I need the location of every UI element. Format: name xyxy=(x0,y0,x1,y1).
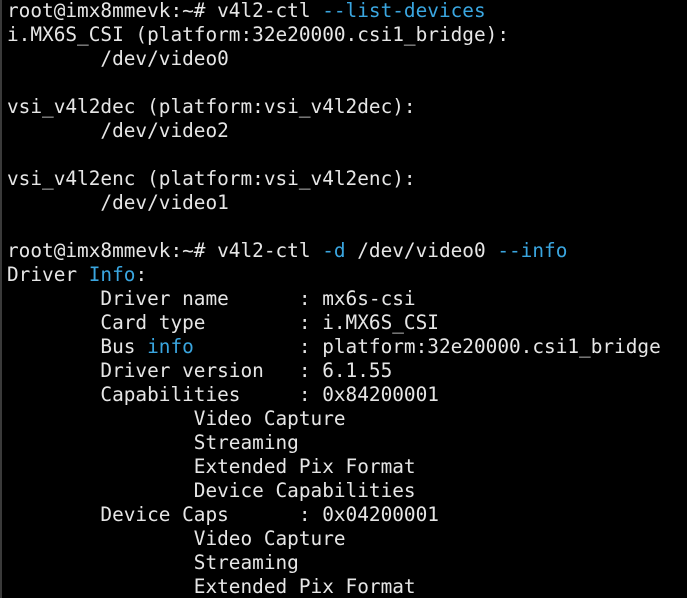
terminal-line: /dev/video2 xyxy=(7,119,661,143)
terminal-line: Card type : i.MX6S_CSI xyxy=(7,311,661,335)
terminal-text: /dev/video1 xyxy=(7,191,229,214)
terminal-text: Driver version : 6.1.55 xyxy=(7,359,393,382)
terminal-line: i.MX6S_CSI (platform:32e20000.csi1_bridg… xyxy=(7,23,661,47)
terminal-line: vsi_v4l2enc (platform:vsi_v4l2enc): xyxy=(7,167,661,191)
terminal-text: root@imx8mmevk:~# v4l2-ctl xyxy=(7,239,323,262)
terminal-line: root@imx8mmevk:~# v4l2-ctl -d /dev/video… xyxy=(7,239,661,263)
terminal-line: /dev/video1 xyxy=(7,191,661,215)
terminal-text: vsi_v4l2enc (platform:vsi_v4l2enc): xyxy=(7,167,416,190)
terminal-line: Driver version : 6.1.55 xyxy=(7,359,661,383)
terminal-text: /dev/video0 xyxy=(345,239,498,262)
terminal-text: Driver xyxy=(7,263,89,286)
terminal-text: Capabilities : 0x84200001 xyxy=(7,383,439,406)
terminal-text: Streaming xyxy=(7,551,299,574)
terminal-line: Video Capture xyxy=(7,407,661,431)
terminal-line: Driver Info: xyxy=(7,263,661,287)
terminal-text: Video Capture xyxy=(7,407,346,430)
terminal-window[interactable]: root@imx8mmevk:~# v4l2-ctl --list-device… xyxy=(0,0,687,598)
terminal-line: root@imx8mmevk:~# v4l2-ctl --list-device… xyxy=(7,0,661,23)
terminal-text: vsi_v4l2dec (platform:vsi_v4l2dec): xyxy=(7,95,416,118)
terminal-text: Extended Pix Format xyxy=(7,455,416,478)
terminal-line: Video Capture xyxy=(7,527,661,551)
terminal-line: Device Caps : 0x04200001 xyxy=(7,503,661,527)
highlighted-text: -d xyxy=(322,239,346,262)
terminal-text: Extended Pix Format xyxy=(7,575,416,598)
terminal-text: root@imx8mmevk:~# v4l2-ctl xyxy=(7,0,323,22)
terminal-line: vsi_v4l2dec (platform:vsi_v4l2dec): xyxy=(7,95,661,119)
terminal-line: Streaming xyxy=(7,431,661,455)
terminal-text: Streaming xyxy=(7,431,299,454)
terminal-line: Extended Pix Format xyxy=(7,455,661,479)
highlighted-text: Info xyxy=(88,263,136,286)
terminal-text: Bus xyxy=(7,335,148,358)
terminal-line: Extended Pix Format xyxy=(7,575,661,598)
terminal-line: Driver name : mx6s-csi xyxy=(7,287,661,311)
terminal-text: /dev/video0 xyxy=(7,47,229,70)
terminal-text: /dev/video2 xyxy=(7,119,229,142)
terminal-output: root@imx8mmevk:~# v4l2-ctl --list-device… xyxy=(7,0,661,598)
terminal-line: Bus info : platform:32e20000.csi1_bridge xyxy=(7,335,661,359)
highlighted-text: info xyxy=(147,335,194,358)
terminal-text: Driver name : mx6s-csi xyxy=(7,287,416,310)
highlighted-text: --list-devices xyxy=(322,0,486,22)
terminal-text: Device Caps : 0x04200001 xyxy=(7,503,439,526)
terminal-text: Device Capabilities xyxy=(7,479,416,502)
terminal-line: Device Capabilities xyxy=(7,479,661,503)
terminal-line: Capabilities : 0x84200001 xyxy=(7,383,661,407)
terminal-text: i.MX6S_CSI (platform:32e20000.csi1_bridg… xyxy=(7,23,509,46)
terminal-text: Card type : i.MX6S_CSI xyxy=(7,311,439,334)
terminal-line: /dev/video0 xyxy=(7,47,661,71)
terminal-text: : platform:32e20000.csi1_bridge xyxy=(193,335,661,358)
terminal-left-border xyxy=(0,0,2,598)
terminal-line: Streaming xyxy=(7,551,661,575)
terminal-text: : xyxy=(135,263,148,286)
terminal-text: Video Capture xyxy=(7,527,346,550)
highlighted-text: --info xyxy=(497,239,568,262)
